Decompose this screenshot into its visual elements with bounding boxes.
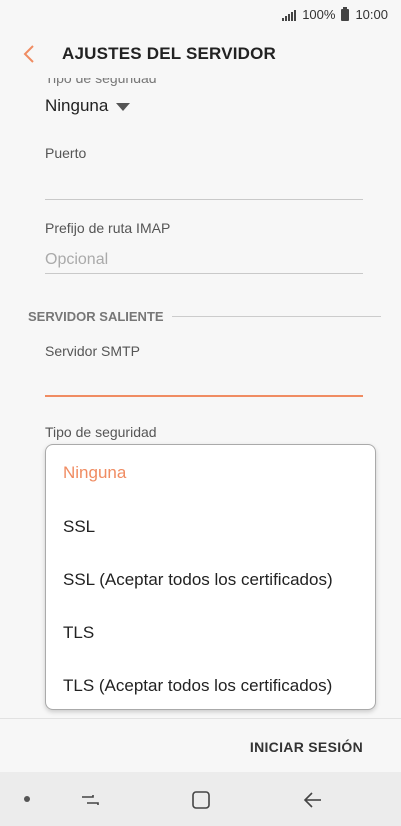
nav-dot-indicator — [24, 796, 30, 802]
status-bar: 100% 10:00 — [0, 0, 401, 30]
smtp-field[interactable] — [45, 369, 363, 397]
screen: 100% 10:00 AJUSTES DEL SERVIDOR Tipo de … — [0, 0, 401, 826]
home-icon[interactable] — [190, 789, 212, 811]
battery-percent: 100% — [302, 7, 336, 22]
smtp-input[interactable] — [45, 369, 363, 395]
clock: 10:00 — [355, 7, 388, 22]
option-ninguna[interactable]: Ninguna — [63, 463, 126, 483]
battery-icon — [341, 6, 350, 21]
outgoing-section-title: SERVIDOR SALIENTE — [28, 309, 164, 324]
option-tls[interactable]: TLS — [63, 623, 94, 643]
back-button[interactable] — [18, 40, 48, 70]
option-ssl-all-certificates[interactable]: SSL (Aceptar todos los certificados) — [63, 570, 333, 590]
port-field[interactable] — [45, 172, 363, 200]
action-bar: INICIAR SESIÓN — [0, 718, 401, 772]
imap-prefix-label: Prefijo de ruta IMAP — [45, 220, 171, 236]
smtp-label: Servidor SMTP — [45, 343, 140, 359]
outgoing-security-label: Tipo de seguridad — [45, 424, 157, 440]
signal-icon — [282, 9, 297, 21]
sign-in-button[interactable]: INICIAR SESIÓN — [250, 739, 363, 755]
imap-prefix-field[interactable] — [45, 246, 363, 274]
outgoing-section-header: SERVIDOR SALIENTE — [28, 309, 381, 324]
incoming-security-select[interactable]: Ninguna — [45, 96, 131, 116]
page-title: AJUSTES DEL SERVIDOR — [62, 44, 277, 63]
app-bar: AJUSTES DEL SERVIDOR — [0, 30, 401, 78]
port-label: Puerto — [45, 145, 87, 161]
incoming-security-label: Tipo de seguridad — [45, 78, 157, 86]
incoming-security-value: Ninguna — [45, 96, 109, 115]
imap-prefix-input[interactable] — [45, 246, 363, 273]
back-arrow-icon — [23, 45, 34, 63]
option-ssl[interactable]: SSL — [63, 517, 95, 537]
back-nav-icon[interactable] — [302, 789, 324, 811]
port-input[interactable] — [45, 172, 363, 199]
status-indicators: 100% 10:00 — [282, 6, 388, 22]
recent-apps-icon[interactable] — [79, 789, 101, 811]
section-divider — [171, 316, 381, 317]
dropdown-arrow-icon — [116, 103, 131, 111]
security-dropdown-menu[interactable]: Ninguna SSL SSL (Aceptar todos los certi… — [45, 444, 376, 710]
option-tls-all-certificates[interactable]: TLS (Aceptar todos los certificados) — [63, 676, 332, 696]
settings-form[interactable]: Tipo de seguridad Ninguna Puerto Prefijo… — [0, 78, 401, 718]
navigation-bar — [0, 772, 401, 826]
